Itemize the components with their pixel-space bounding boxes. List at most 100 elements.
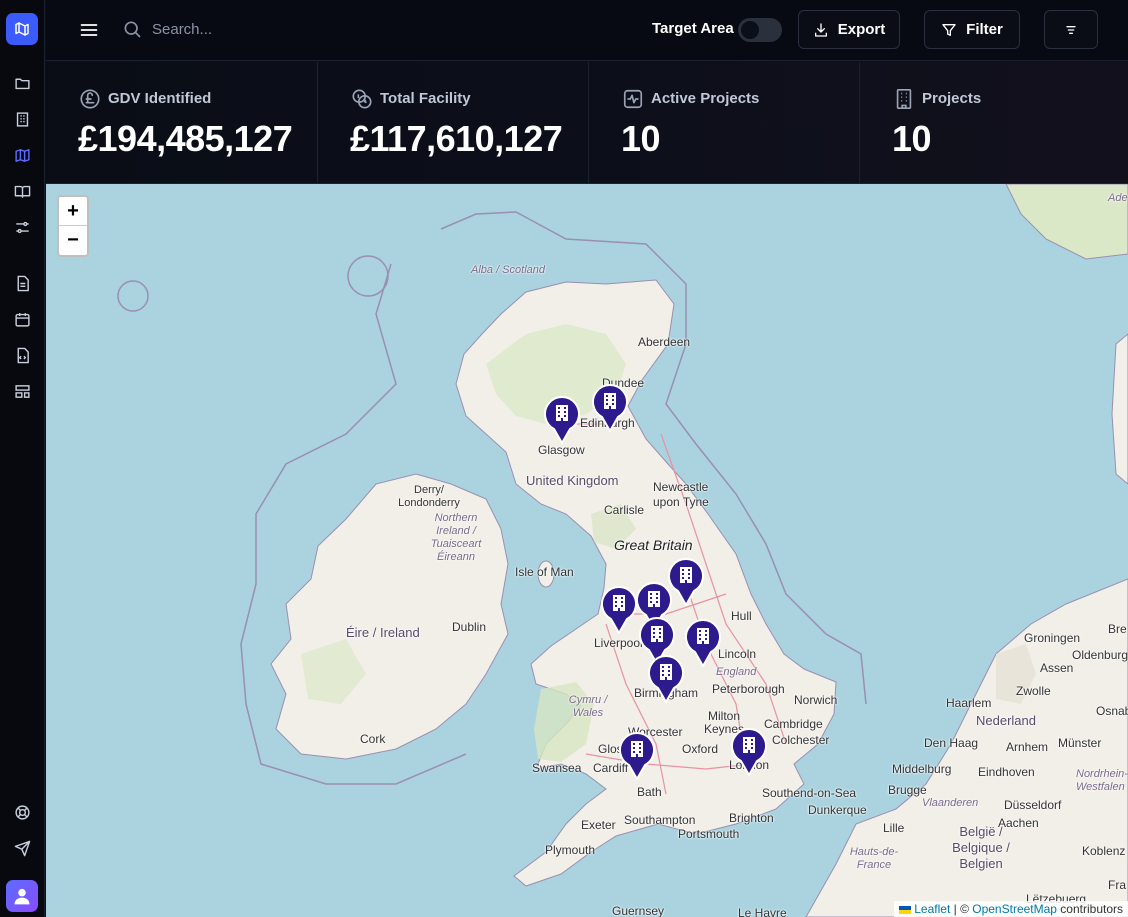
- toggle-knob: [741, 21, 759, 39]
- map-label: Southend-on-Sea: [762, 786, 857, 800]
- project-marker[interactable]: [618, 732, 656, 782]
- stat-projects: Projects 10: [860, 62, 1128, 184]
- sidebar-item-help[interactable]: [12, 802, 32, 822]
- search-icon: [124, 21, 141, 38]
- export-label: Export: [837, 21, 886, 38]
- layout-icon: [14, 384, 30, 398]
- map-label: Swansea: [532, 761, 582, 775]
- map-label: Isle of Man: [515, 565, 574, 579]
- osm-link[interactable]: OpenStreetMap: [972, 902, 1057, 916]
- map-label: United Kingdom: [526, 473, 619, 488]
- map-label: Düsseldorf: [1004, 798, 1062, 812]
- sort-button[interactable]: [1044, 10, 1098, 49]
- sidebar-item-layout[interactable]: [12, 381, 32, 401]
- stat-active-projects: Active Projects 10: [589, 62, 860, 184]
- map-label: Zwolle: [1016, 684, 1051, 698]
- map-label: Cambridge: [764, 717, 823, 731]
- map-label: Newcastle upon Tyne: [653, 480, 709, 509]
- map-icon: [14, 148, 30, 162]
- map-label: Northern Ireland / Tuaisceart Éireann: [430, 512, 482, 563]
- map-label: Exeter: [581, 818, 616, 832]
- map-label: Eindhoven: [978, 765, 1035, 779]
- map-label: Aachen: [998, 816, 1039, 830]
- building-marker-icon: [731, 728, 767, 778]
- send-icon: [14, 840, 30, 856]
- pound-coin-icon: [80, 89, 100, 109]
- map-label: Middelburg: [892, 762, 952, 776]
- map-label: België / Belgique / Belgien: [952, 824, 1010, 871]
- map-label: Bath: [637, 785, 662, 799]
- map-label: Haarlem: [946, 696, 992, 710]
- activity-icon: [623, 89, 643, 109]
- building-marker-icon: [648, 655, 684, 705]
- attribution-contributors: contributors: [1056, 902, 1123, 916]
- zoom-out-button[interactable]: −: [59, 226, 87, 255]
- folder-icon: [14, 78, 30, 89]
- sidebar-item-code-file[interactable]: [12, 345, 32, 365]
- filter-icon: [942, 23, 956, 36]
- sidebar-item-send[interactable]: [12, 838, 32, 858]
- user-icon: [14, 888, 30, 905]
- sort-lines-icon: [1066, 25, 1076, 34]
- sidebar-item-building[interactable]: [12, 109, 32, 129]
- sidebar: [0, 0, 45, 917]
- zoom-in-button[interactable]: +: [59, 197, 87, 226]
- stat-label: Projects: [922, 90, 982, 107]
- menu-button[interactable]: [78, 19, 100, 41]
- map-label: Derry/ Londonderry: [398, 484, 460, 509]
- map-label: Cork: [360, 732, 386, 746]
- map-label: Dunkerque: [808, 803, 867, 817]
- stat-gdv-identified: GDV Identified £194,485,127: [46, 62, 318, 184]
- avatar[interactable]: [6, 880, 38, 912]
- rockall-boundary: [117, 280, 149, 312]
- target-area-toggle[interactable]: [738, 18, 782, 42]
- map-label: Portsmouth: [678, 827, 740, 841]
- map-label: Guernsey: [612, 904, 665, 917]
- menu-icon: [80, 24, 98, 36]
- map[interactable]: + − Alba / Scotland Aberdeen Dundee Edin…: [46, 184, 1128, 917]
- st-kilda-boundary: [347, 255, 389, 297]
- file-code-icon: [17, 347, 29, 363]
- sidebar-item-settings[interactable]: [12, 217, 32, 237]
- leaflet-link[interactable]: Leaflet: [914, 902, 950, 916]
- map-label: Nederland: [976, 713, 1036, 728]
- search-input[interactable]: [152, 16, 452, 42]
- building-marker-icon: [592, 384, 628, 434]
- map-label: Norwich: [794, 693, 838, 707]
- topbar: Target Area Export Filter: [46, 0, 1128, 61]
- project-marker[interactable]: [647, 655, 685, 705]
- app: Target Area Export Filter GDV Identified…: [0, 0, 1128, 917]
- map-attribution: Leaflet | © OpenStreetMap contributors: [894, 901, 1128, 917]
- map-label: Ade: [1108, 192, 1128, 204]
- map-label: Glasgow: [538, 443, 585, 457]
- building-marker-icon: [544, 396, 580, 446]
- project-marker[interactable]: [600, 586, 638, 636]
- export-button[interactable]: Export: [798, 10, 900, 49]
- sidebar-item-document[interactable]: [12, 273, 32, 293]
- map-label: Liverpool: [594, 636, 643, 650]
- sidebar-item-folder[interactable]: [12, 73, 32, 93]
- sidebar-item-map[interactable]: [12, 145, 32, 165]
- map-label: Brighton: [729, 811, 774, 825]
- map-label: Den Haag: [924, 736, 979, 750]
- project-marker[interactable]: [684, 619, 722, 669]
- map-label: Fra: [1108, 878, 1126, 892]
- denmark-edge: [1111, 333, 1128, 485]
- stats-bar: GDV Identified £194,485,127 Total Facili…: [46, 62, 1128, 184]
- map-label: Nordrhein-Westfalen: [1076, 768, 1128, 793]
- stat-label: Total Facility: [380, 90, 471, 107]
- building-marker-icon: [601, 586, 637, 636]
- map-label: Colchester: [772, 733, 830, 747]
- filter-label: Filter: [966, 21, 1003, 38]
- sidebar-item-calendar[interactable]: [12, 309, 32, 329]
- map-label: Brugge: [888, 783, 927, 797]
- stat-value: £194,485,127: [78, 118, 293, 159]
- filter-button[interactable]: Filter: [924, 10, 1020, 49]
- project-marker[interactable]: [591, 384, 629, 434]
- map-label: Arnhem: [1006, 740, 1049, 754]
- project-marker[interactable]: [543, 396, 581, 446]
- project-marker[interactable]: [730, 728, 768, 778]
- map-label: Le Havre: [738, 906, 787, 917]
- logo[interactable]: [6, 13, 38, 45]
- sidebar-item-book[interactable]: [12, 181, 32, 201]
